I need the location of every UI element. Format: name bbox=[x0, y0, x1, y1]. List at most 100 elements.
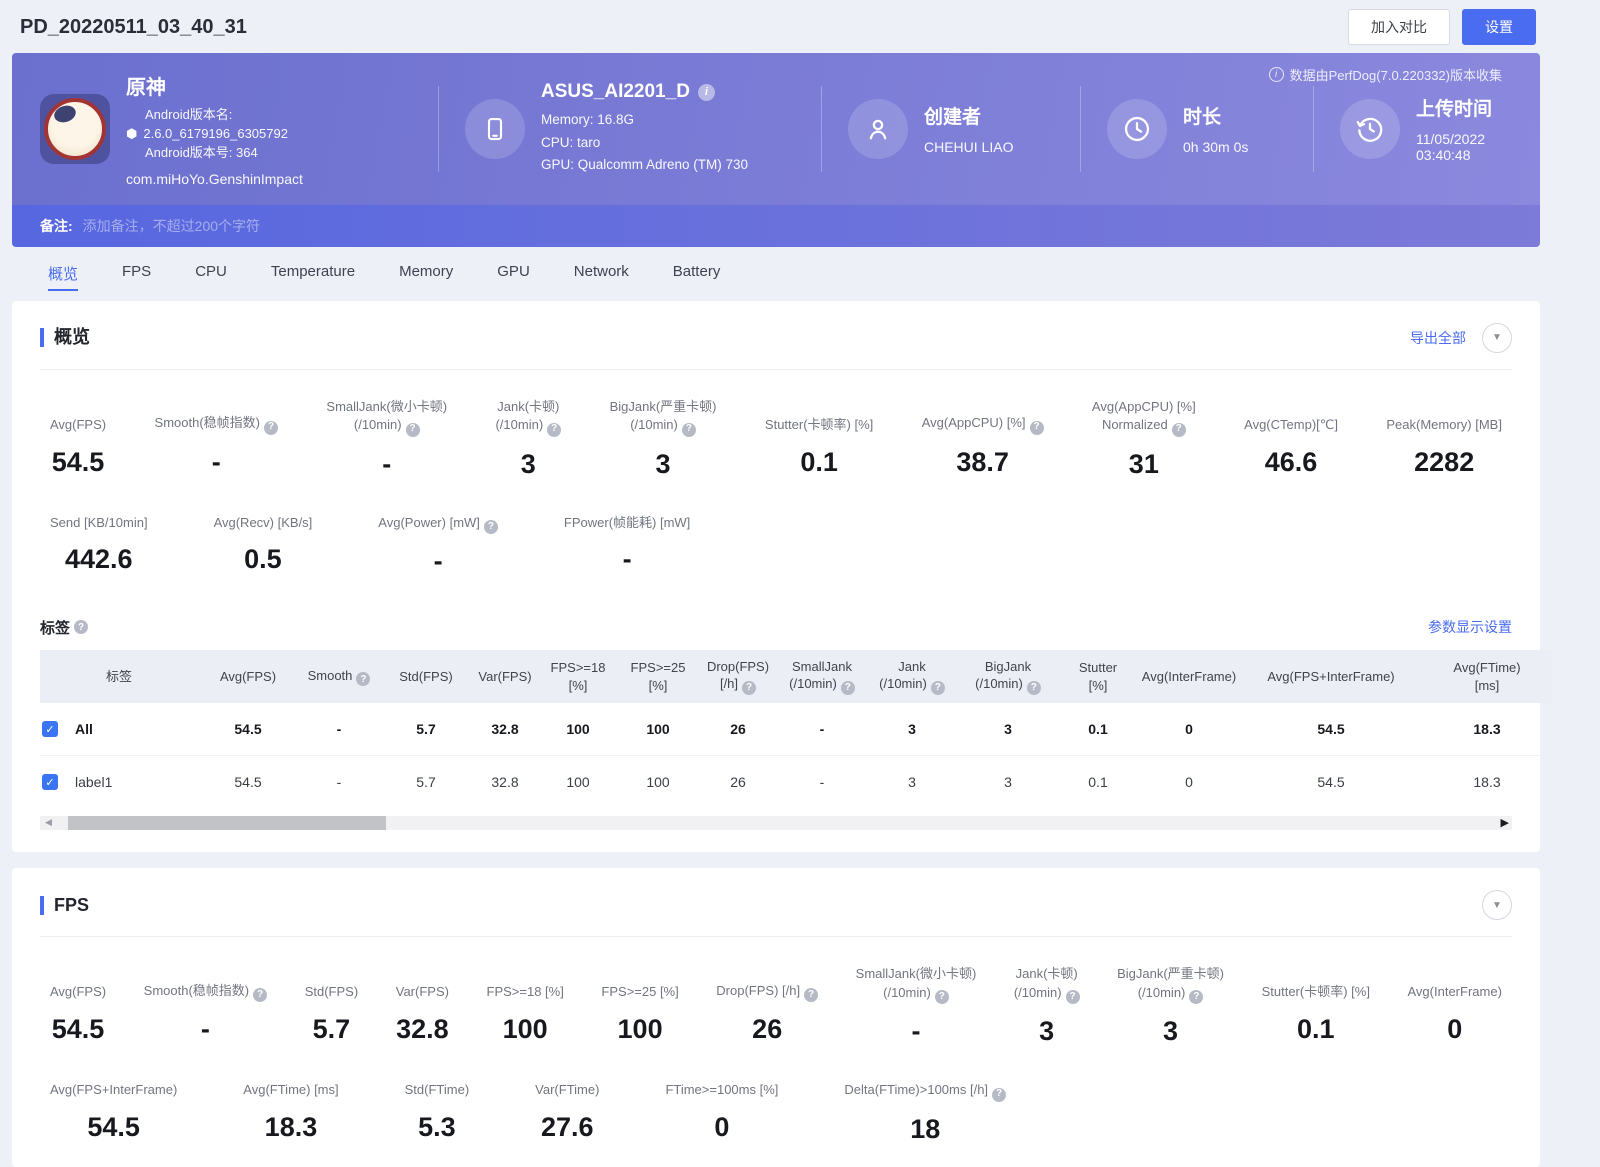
duration-label: 时长 bbox=[1183, 102, 1248, 129]
help-icon[interactable]: ? bbox=[356, 672, 370, 686]
help-icon[interactable]: ? bbox=[935, 990, 949, 1004]
metric-label: Stutter(卡顿率) [%] bbox=[1262, 965, 1370, 1002]
column-header: Jank(/10min)? bbox=[866, 650, 958, 703]
help-icon[interactable]: ? bbox=[992, 1088, 1006, 1102]
scroll-right-icon[interactable]: ▶ bbox=[1501, 816, 1509, 829]
metric-value: 0 bbox=[1408, 1014, 1502, 1045]
metric: Peak(Memory) [MB]2282 bbox=[1376, 398, 1512, 480]
tab-Temperature[interactable]: Temperature bbox=[271, 263, 355, 291]
table-cell: 54.5 bbox=[1240, 756, 1422, 809]
help-icon[interactable]: ? bbox=[484, 520, 498, 534]
row-checkbox[interactable]: ✓ bbox=[42, 774, 58, 790]
help-icon[interactable]: ? bbox=[264, 421, 278, 435]
help-icon[interactable]: ? bbox=[547, 423, 561, 437]
metric-label: SmallJank(微小卡顿)(/10min)? bbox=[856, 965, 977, 1004]
table-cell: 54.5 bbox=[198, 756, 298, 809]
metric-value: 100 bbox=[487, 1014, 564, 1045]
overview-card: 概览 导出全部 ▼ Avg(FPS)54.5Smooth(稳帧指数)?-Smal… bbox=[12, 301, 1540, 853]
scroll-left-icon[interactable]: ◀ bbox=[45, 817, 52, 828]
help-icon[interactable]: ? bbox=[253, 988, 267, 1002]
metric-label: Avg(FPS) bbox=[50, 398, 106, 435]
metric-label: Delta(FTime)>100ms [/h]? bbox=[844, 1081, 1006, 1101]
tab-CPU[interactable]: CPU bbox=[195, 263, 227, 291]
help-icon[interactable]: ? bbox=[1027, 681, 1041, 695]
history-clock-icon bbox=[1340, 99, 1400, 159]
metric-value: 54.5 bbox=[50, 1014, 106, 1045]
table-header-row: 标签Avg(FPS)Smooth?Std(FPS)Var(FPS)FPS>=18… bbox=[40, 650, 1552, 703]
row-label: All bbox=[75, 721, 93, 737]
metric: Jank(卡顿)(/10min)?3 bbox=[1004, 965, 1090, 1047]
metric-label: Std(FTime) bbox=[405, 1081, 470, 1100]
upload-label: 上传时间 bbox=[1416, 94, 1512, 121]
help-icon[interactable]: ? bbox=[1172, 423, 1186, 437]
metric-value: 26 bbox=[716, 1014, 818, 1045]
metric-label: Peak(Memory) [MB] bbox=[1386, 398, 1502, 435]
metric: Avg(AppCPU) [%]Normalized?31 bbox=[1082, 398, 1206, 480]
help-icon[interactable]: ? bbox=[1189, 990, 1203, 1004]
metric-label: Avg(FTime) [ms] bbox=[243, 1081, 338, 1100]
metric-value: 0.1 bbox=[765, 447, 873, 478]
divider bbox=[438, 86, 439, 172]
table-cell: 0 bbox=[1138, 703, 1240, 756]
table-cell: 26 bbox=[698, 703, 778, 756]
table-cell: 26 bbox=[698, 756, 778, 809]
help-icon[interactable]: ? bbox=[682, 423, 696, 437]
table-cell: - bbox=[298, 703, 380, 756]
metric-value: 38.7 bbox=[922, 447, 1044, 478]
metric-value: 100 bbox=[601, 1014, 678, 1045]
metric: SmallJank(微小卡顿)(/10min)?- bbox=[316, 398, 457, 480]
param-display-settings-link[interactable]: 参数显示设置 bbox=[1428, 617, 1512, 637]
metric-value: 18.3 bbox=[243, 1112, 338, 1143]
tab-GPU[interactable]: GPU bbox=[497, 263, 530, 291]
row-label: label1 bbox=[75, 774, 112, 790]
metric-label: FPower(帧能耗) [mW] bbox=[564, 514, 690, 533]
help-icon[interactable]: ? bbox=[841, 681, 855, 695]
row-checkbox[interactable]: ✓ bbox=[42, 721, 58, 737]
help-icon[interactable]: ? bbox=[1066, 990, 1080, 1004]
app-version-name-label: Android版本名: bbox=[145, 106, 303, 125]
tab-Battery[interactable]: Battery bbox=[673, 263, 721, 291]
top-bar: PD_20220511_03_40_31 加入对比 设置 bbox=[0, 0, 1600, 53]
metric-value: 0.5 bbox=[214, 544, 313, 575]
help-icon[interactable]: ? bbox=[406, 423, 420, 437]
help-icon[interactable]: ? bbox=[1030, 421, 1044, 435]
metric: Avg(FPS+InterFrame)54.5 bbox=[40, 1081, 187, 1144]
table-cell: 3 bbox=[866, 703, 958, 756]
tab-概览[interactable]: 概览 bbox=[48, 263, 78, 291]
creator-label: 创建者 bbox=[924, 102, 1013, 129]
scrollbar-thumb[interactable] bbox=[68, 816, 386, 830]
collapse-button[interactable]: ▼ bbox=[1482, 890, 1512, 920]
help-icon[interactable]: ? bbox=[742, 681, 756, 695]
metric: Avg(Recv) [KB/s]0.5 bbox=[204, 514, 323, 577]
settings-button[interactable]: 设置 bbox=[1462, 9, 1536, 45]
tab-Memory[interactable]: Memory bbox=[399, 263, 453, 291]
help-icon[interactable]: ? bbox=[931, 681, 945, 695]
labels-table-title: 标签 bbox=[40, 617, 70, 638]
column-header: 标签 bbox=[40, 650, 198, 703]
help-icon[interactable]: ? bbox=[804, 988, 818, 1002]
metric-value: 5.3 bbox=[405, 1112, 470, 1143]
column-header: Avg(FPS) bbox=[198, 650, 298, 703]
help-icon[interactable]: ? bbox=[74, 620, 88, 634]
export-all-link[interactable]: 导出全部 bbox=[1410, 328, 1466, 348]
device-info-icon[interactable]: i bbox=[698, 84, 715, 101]
device-block: ASUS_AI2201_D i Memory: 16.8G CPU: taro … bbox=[465, 81, 795, 176]
metric-value: 442.6 bbox=[50, 544, 148, 575]
metric-value: 54.5 bbox=[50, 1112, 177, 1143]
collapse-button[interactable]: ▼ bbox=[1482, 323, 1512, 353]
metric-label: Avg(Power) [mW]? bbox=[378, 514, 498, 534]
app-block: 原神 Android版本名: ⬢ 2.6.0_6179196_6305792 A… bbox=[40, 71, 412, 187]
horizontal-scrollbar[interactable]: ◀ ▶ bbox=[40, 816, 1512, 830]
tab-FPS[interactable]: FPS bbox=[122, 263, 151, 291]
table-cell: 3 bbox=[958, 703, 1058, 756]
app-name: 原神 bbox=[126, 71, 303, 100]
metric-value: - bbox=[564, 544, 690, 575]
add-to-compare-button[interactable]: 加入对比 bbox=[1348, 9, 1450, 45]
note-input[interactable]: 备注: 添加备注，不超过200个字符 bbox=[12, 205, 1540, 247]
metric-label: Avg(AppCPU) [%]? bbox=[922, 398, 1044, 435]
upload-value: 11/05/2022 03:40:48 bbox=[1416, 131, 1512, 163]
table-cell: 3 bbox=[866, 756, 958, 809]
tab-Network[interactable]: Network bbox=[574, 263, 629, 291]
metric: Smooth(稳帧指数)?- bbox=[145, 398, 288, 480]
fps-stats-row-2: Avg(FPS+InterFrame)54.5 Avg(FTime) [ms] 18… bbox=[40, 1081, 1512, 1144]
